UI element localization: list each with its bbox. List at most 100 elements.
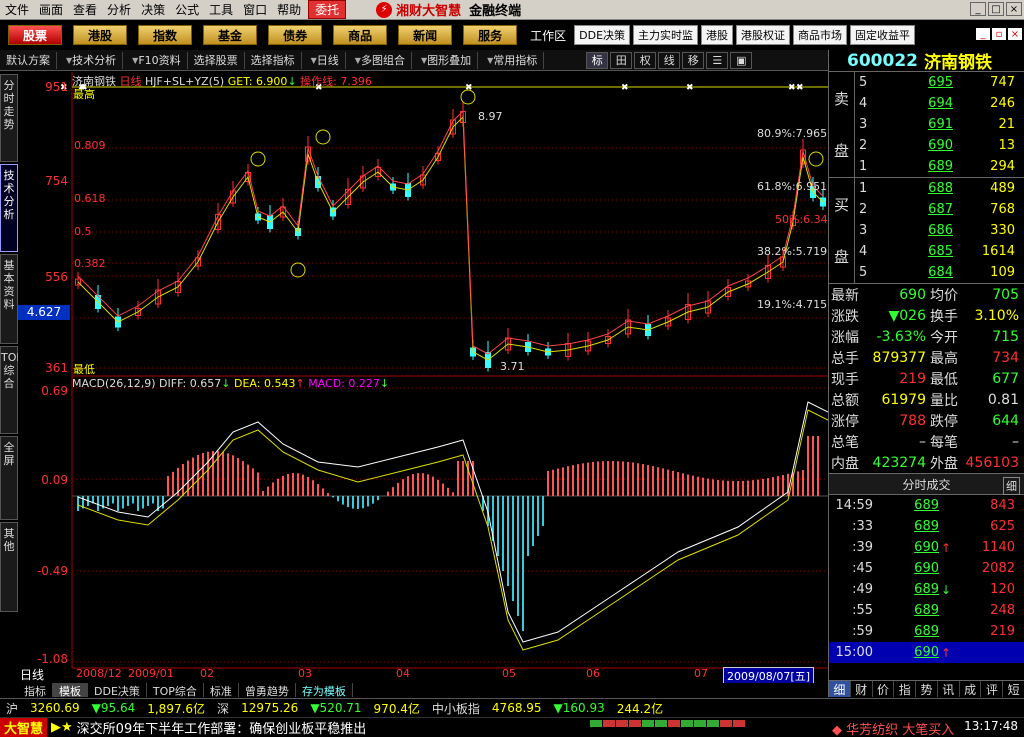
line-tool-icon[interactable]: 线	[658, 51, 681, 69]
nav-funds[interactable]: 基金	[203, 25, 258, 45]
menu-formula[interactable]: 公式	[170, 1, 204, 18]
tab-short[interactable]: 短	[1003, 681, 1024, 697]
nav-fixed-income[interactable]: 固定收益平	[850, 25, 916, 45]
order-row[interactable]: 5 695 747	[829, 72, 1024, 93]
app-logo[interactable]: 大智慧	[0, 717, 48, 737]
tab-indicator[interactable]: 指标	[18, 683, 53, 698]
tab-technical[interactable]: 技术分析	[0, 164, 18, 252]
common-indicators-dropdown[interactable]: ▼ 常用指标	[478, 51, 545, 69]
ticks-detail-icon[interactable]: 细	[1003, 477, 1020, 495]
order-row[interactable]: 4 694 246	[829, 93, 1024, 114]
maximize-icon[interactable]: □	[988, 2, 1004, 16]
order-row[interactable]: 2 690 13	[829, 135, 1024, 156]
tick-row[interactable]: :33 689 625	[829, 516, 1024, 537]
entrust-button[interactable]: 委托	[308, 0, 347, 19]
sub-minimize-icon[interactable]: _	[976, 28, 990, 40]
nav-news[interactable]: 新闻	[398, 25, 453, 45]
order-price[interactable]: 688	[873, 181, 953, 196]
close-icon[interactable]: ×	[1006, 2, 1022, 16]
order-price[interactable]: 690	[873, 138, 953, 153]
nav-index[interactable]: 指数	[138, 25, 193, 45]
minimize-icon[interactable]: _	[970, 2, 986, 16]
tab-trend[interactable]: 势	[916, 681, 938, 697]
tab-detail[interactable]: 细	[829, 681, 851, 697]
chart-canvas[interactable]: ✖ ✖✖ ✖ ✖ ✖ ✖ ✖ ✖	[18, 72, 828, 680]
news-play-icon[interactable]: ▶★	[51, 720, 73, 735]
order-price[interactable]: 687	[873, 202, 953, 217]
order-price[interactable]: 684	[873, 265, 953, 280]
order-price[interactable]: 685	[873, 244, 953, 259]
tab-other[interactable]: 其他	[0, 522, 18, 612]
tab-intraday[interactable]: 分时走势	[0, 74, 18, 162]
save-template-tab[interactable]: 存为模板	[296, 683, 353, 698]
move-tool-icon[interactable]: 移	[682, 51, 705, 69]
tick-row[interactable]: :39 690 ↑ 1140	[829, 537, 1024, 558]
mark-tool-icon[interactable]: 标	[586, 51, 609, 69]
list-tool-icon[interactable]: ☰	[706, 51, 729, 69]
menu-window[interactable]: 窗口	[238, 1, 272, 18]
nav-hk-small[interactable]: 港股	[701, 25, 734, 45]
order-row[interactable]: 3 686 330	[829, 220, 1024, 241]
menu-analysis[interactable]: 分析	[102, 1, 136, 18]
sub-restore-icon[interactable]: ▫	[992, 28, 1006, 40]
multi-chart-dropdown[interactable]: ▼ 多图组合	[346, 51, 412, 69]
tab-finance[interactable]: 财	[851, 681, 873, 697]
trade-alert[interactable]: ◆ 华芳纺织 大笔买入	[832, 719, 954, 737]
tab-dde[interactable]: DDE决策	[88, 683, 147, 698]
tab-top[interactable]: TOP综合	[0, 346, 23, 434]
nav-commodities[interactable]: 商品	[333, 25, 388, 45]
order-row[interactable]: 1 689 294	[829, 156, 1024, 177]
news-ticker[interactable]: 深交所09年下半年工作部署：确保创业板平稳推出	[77, 718, 677, 737]
select-indicator-button[interactable]: 选择指标	[245, 51, 302, 69]
tick-row[interactable]: :59 689 219	[829, 621, 1024, 642]
tab-zeng-trend[interactable]: 曾勇趋势	[239, 683, 296, 698]
scheme-dropdown[interactable]: 默认方案	[0, 51, 57, 69]
nav-commodity-market[interactable]: 商品市场	[793, 25, 848, 45]
nav-main-monitor[interactable]: 主力实时监	[633, 25, 699, 45]
order-row[interactable]: 5 684 109	[829, 262, 1024, 283]
menu-view-mode[interactable]: 画面	[34, 1, 68, 18]
tick-row[interactable]: :45 690 2082	[829, 558, 1024, 579]
order-price[interactable]: 691	[873, 117, 953, 132]
nav-dde-decision[interactable]: DDE决策	[574, 25, 631, 45]
rights-tool-icon[interactable]: 权	[634, 51, 657, 69]
nav-stocks[interactable]: 股票	[8, 25, 63, 45]
tick-row[interactable]: :55 689 248	[829, 600, 1024, 621]
menu-file[interactable]: 文件	[0, 1, 34, 18]
nav-hk-warrants[interactable]: 港股权证	[736, 25, 791, 45]
order-row[interactable]: 1 688 489	[829, 178, 1024, 199]
order-row[interactable]: 4 685 1614	[829, 241, 1024, 262]
tab-deals[interactable]: 成	[960, 681, 982, 697]
order-price[interactable]: 689	[873, 159, 953, 174]
tab-template[interactable]: 模板	[53, 683, 88, 698]
period-dropdown[interactable]: ▼ 日线	[302, 51, 346, 69]
tick-row[interactable]: 15:00 690 ↑	[829, 642, 1024, 663]
order-price[interactable]: 695	[873, 75, 953, 90]
workarea-label[interactable]: 工作区	[530, 27, 566, 44]
order-row[interactable]: 3 691 21	[829, 114, 1024, 135]
menu-help[interactable]: 帮助	[272, 1, 306, 18]
menu-view[interactable]: 查看	[68, 1, 102, 18]
nav-services[interactable]: 服务	[463, 25, 518, 45]
menu-tools[interactable]: 工具	[204, 1, 238, 18]
order-price[interactable]: 694	[873, 96, 953, 111]
f10-dropdown[interactable]: ▼ F10资料	[123, 51, 188, 69]
tick-row[interactable]: :49 689 ↓ 120	[829, 579, 1024, 600]
tech-analysis-dropdown[interactable]: ▼ 技术分析	[57, 51, 124, 69]
sub-close-icon[interactable]: ×	[1008, 28, 1022, 40]
order-price[interactable]: 686	[873, 223, 953, 238]
nav-hk-stocks[interactable]: 港股	[73, 25, 128, 45]
tab-fundamentals[interactable]: 基本资料	[0, 254, 18, 344]
tab-review[interactable]: 评	[981, 681, 1004, 697]
grid-tool-icon[interactable]: 田	[610, 51, 633, 69]
select-stock-button[interactable]: 选择股票	[188, 51, 245, 69]
tab-fullscreen[interactable]: 全屏	[0, 436, 18, 520]
tick-row[interactable]: 14:59 689 843	[829, 495, 1024, 516]
tab-index-r[interactable]: 指	[894, 681, 917, 697]
nav-bonds[interactable]: 债券	[268, 25, 323, 45]
overlay-dropdown[interactable]: ▼ 图形叠加	[412, 51, 479, 69]
sh-index[interactable]: 3260.69	[24, 701, 86, 715]
tab-standard[interactable]: 标准	[204, 683, 239, 698]
window-tool-icon[interactable]: ▣	[730, 51, 753, 69]
sme-index[interactable]: 4768.95	[486, 701, 548, 715]
